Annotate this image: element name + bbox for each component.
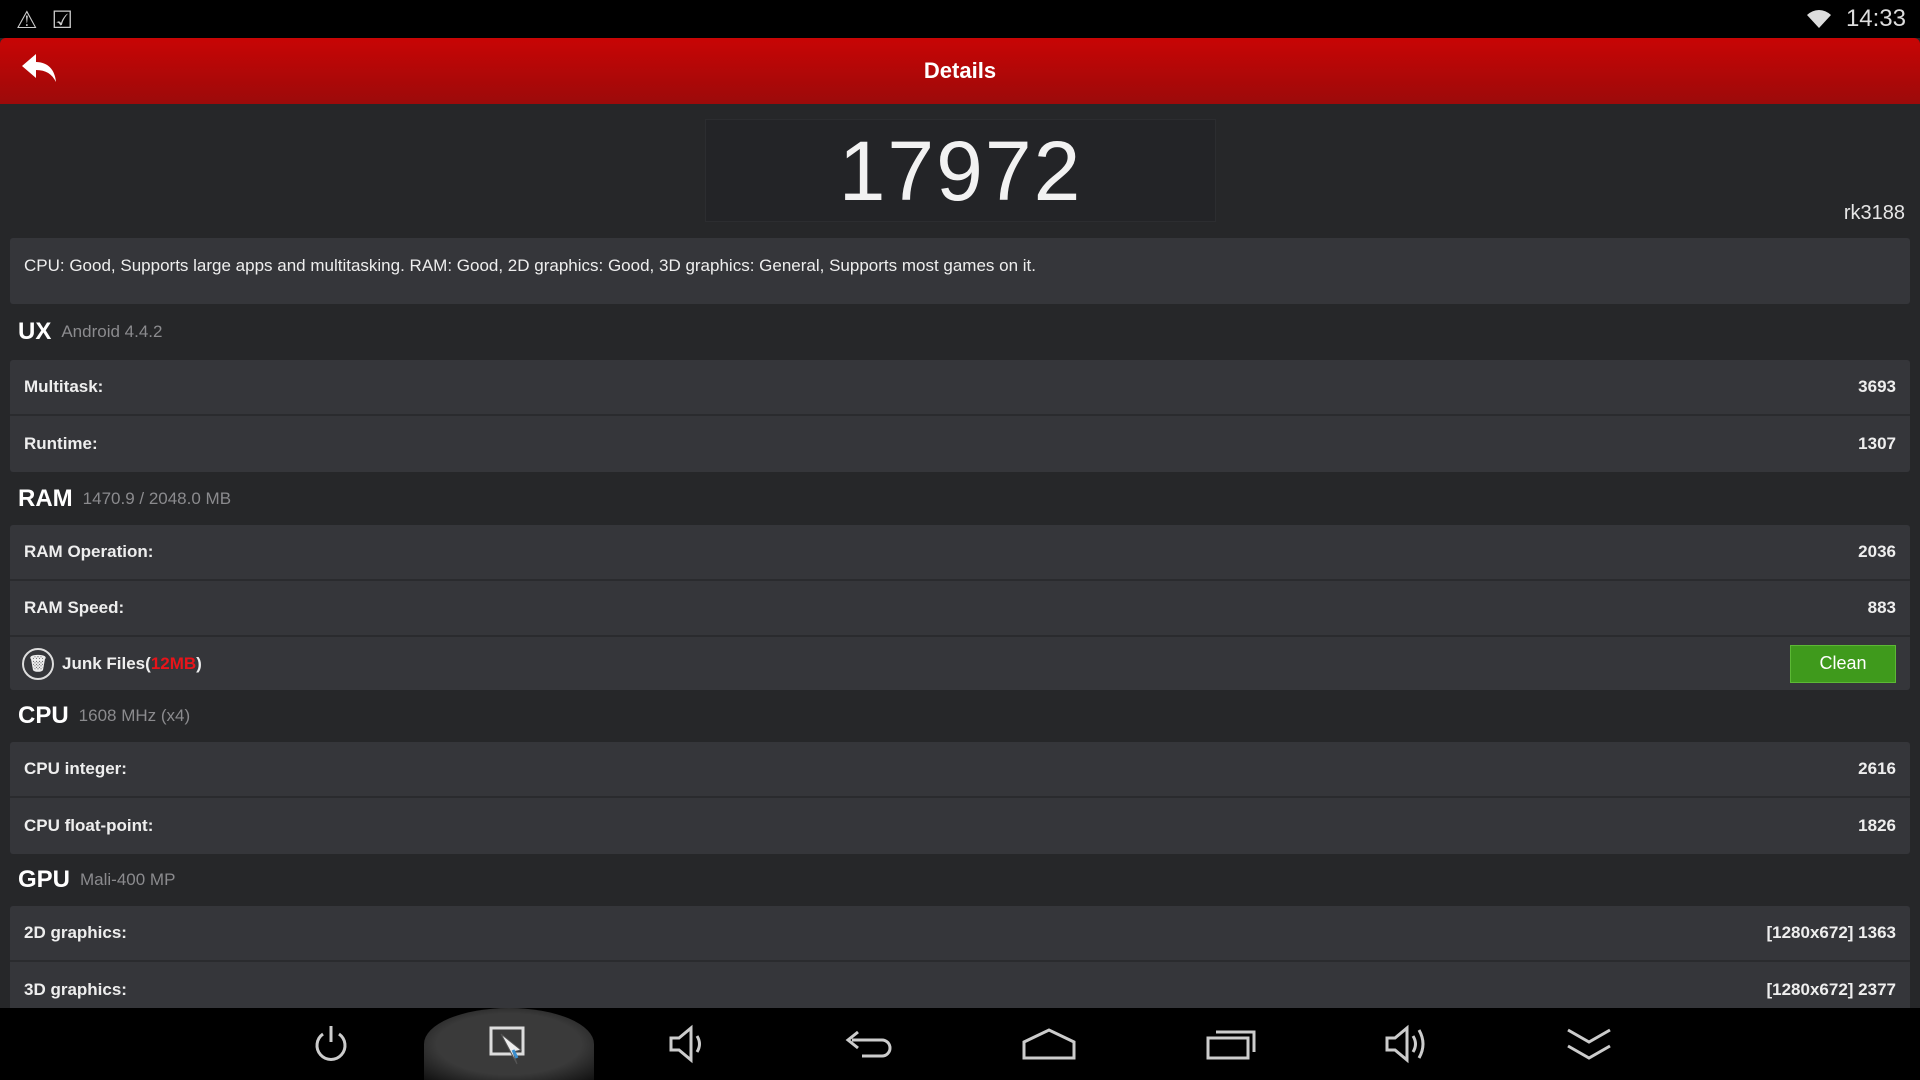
- summary-text: CPU: Good, Supports large apps and multi…: [10, 238, 1910, 304]
- section-ram: RAM 1470.9 / 2048.0 MB: [10, 472, 1910, 525]
- volume-up-button[interactable]: [1363, 1008, 1453, 1080]
- table-row: CPU integer: 2616: [10, 742, 1910, 798]
- recents-button[interactable]: [1186, 1008, 1276, 1080]
- recents-icon: [1206, 1030, 1256, 1060]
- table-row: RAM Speed: 883: [10, 581, 1910, 637]
- power-icon: [315, 1026, 347, 1061]
- wifi-icon: [1806, 10, 1831, 28]
- total-score: 17972: [838, 124, 1083, 218]
- warning-icon: ⚠: [16, 7, 38, 34]
- table-row: 2D graphics: [1280x672] 1363: [10, 906, 1910, 962]
- home-button[interactable]: [1004, 1008, 1094, 1080]
- table-row: Multitask: 3693: [10, 360, 1910, 416]
- section-subtitle: 1608 MHz (x4): [78, 706, 191, 725]
- row-value: 1307: [1858, 434, 1896, 453]
- collapse-icon: [1567, 1028, 1611, 1060]
- collapse-button[interactable]: [1544, 1008, 1634, 1080]
- page-title: Details: [923, 58, 997, 83]
- table-row: Runtime: 1307: [10, 416, 1910, 472]
- row-label: RAM Speed:: [24, 598, 125, 617]
- section-ux: UX Android 4.4.2: [10, 304, 1910, 360]
- screenshot-icon: [489, 1026, 525, 1065]
- device-name: rk3188: [1843, 202, 1905, 224]
- volume-up-icon: [1385, 1024, 1425, 1064]
- home-icon: [1022, 1028, 1076, 1060]
- row-value: 3693: [1858, 377, 1896, 396]
- section-subtitle: 1470.9 / 2048.0 MB: [82, 488, 232, 508]
- app-header: Details: [0, 38, 1920, 104]
- junk-label-close: ): [196, 653, 202, 673]
- row-value: 2616: [1858, 759, 1896, 778]
- junk-label: Junk Files(12MB): [62, 654, 202, 674]
- row-label: Multitask:: [24, 377, 104, 396]
- shopping-bag-check-icon: ☑: [51, 7, 74, 34]
- row-label: 2D graphics:: [24, 923, 127, 942]
- section-subtitle: Mali-400 MP: [80, 870, 176, 889]
- section-subtitle: Android 4.4.2: [61, 322, 163, 341]
- section-title: GPU: [18, 866, 71, 893]
- table-row: RAM Operation: 2036: [10, 525, 1910, 581]
- volume-down-button[interactable]: [644, 1008, 734, 1080]
- section-title: RAM: [18, 484, 73, 512]
- row-label: RAM Operation:: [24, 542, 154, 561]
- row-value: [1280x672] 2377: [1766, 980, 1896, 999]
- status-bar: ⚠ ☑ 14:33: [0, 0, 1920, 38]
- row-value: 2036: [1858, 542, 1896, 561]
- system-nav-bar: [0, 1008, 1920, 1080]
- junk-size: 12MB: [150, 653, 197, 673]
- row-label: CPU float-point:: [24, 816, 154, 835]
- row-label: Runtime:: [24, 434, 98, 453]
- back-nav-button[interactable]: [824, 1008, 914, 1080]
- junk-label-text: Junk Files(: [62, 653, 151, 673]
- screenshot-button[interactable]: [464, 1008, 554, 1080]
- section-cpu: CPU 1608 MHz (x4): [10, 690, 1910, 742]
- row-label: CPU integer:: [24, 759, 127, 778]
- section-title: UX: [18, 318, 52, 345]
- table-row: CPU float-point: 1826: [10, 798, 1910, 854]
- clean-button[interactable]: Clean: [1790, 644, 1896, 683]
- clock: 14:33: [1845, 5, 1906, 32]
- row-value: 1826: [1858, 816, 1896, 835]
- junk-files-row: 🗑 Junk Files(12MB) Clean: [10, 637, 1910, 690]
- section-gpu: GPU Mali-400 MP: [10, 854, 1910, 906]
- trash-icon: 🗑: [22, 647, 54, 680]
- row-value: 883: [1867, 598, 1896, 617]
- score-details: UX Android 4.4.2 Multitask: 3693 Runtime: 1…: [10, 304, 1910, 1018]
- row-label: 3D graphics:: [24, 980, 127, 999]
- back-icon: [845, 1030, 892, 1058]
- total-score-panel: 17972: [705, 119, 1216, 222]
- power-button[interactable]: [286, 1008, 376, 1080]
- volume-down-icon: [669, 1024, 701, 1064]
- section-title: CPU: [18, 702, 69, 729]
- row-value: [1280x672] 1363: [1766, 923, 1896, 942]
